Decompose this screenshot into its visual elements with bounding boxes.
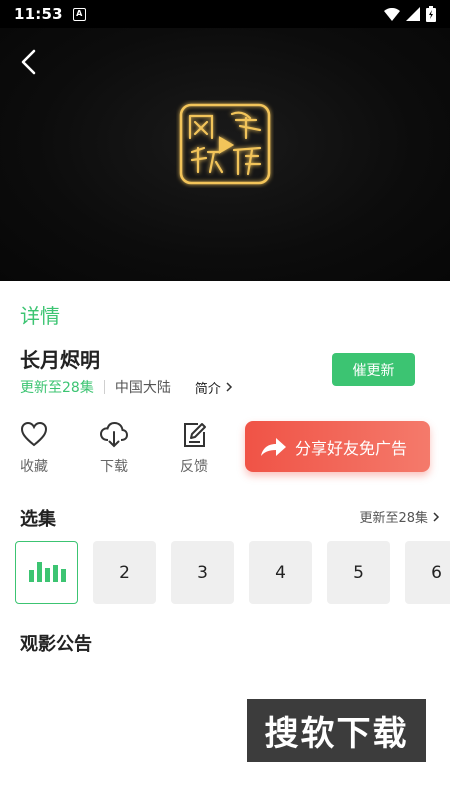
tab-detail[interactable]: 详情 [20, 300, 60, 329]
status-bar: 11:53 A [0, 0, 450, 28]
download-label: 下载 [100, 459, 128, 475]
notification-app-icon: A [72, 7, 86, 21]
episode-item[interactable]: 3 [171, 541, 234, 604]
notice-heading: 观影公告 [20, 634, 92, 655]
watermark: 搜软下载 [247, 699, 426, 762]
episodes-heading: 选集 [20, 509, 56, 530]
update-status: 更新至28集 [20, 380, 94, 396]
edit-icon [184, 423, 206, 447]
region-label: 中国大陆 [114, 380, 171, 396]
episode-list[interactable]: 2 3 4 5 6 [15, 541, 450, 604]
share-label: 分享好友免广告 [295, 438, 408, 458]
wifi-icon [384, 7, 400, 21]
battery-icon [426, 6, 436, 22]
download-button[interactable]: 下载 [92, 420, 136, 476]
intro-link[interactable]: 简介 [195, 378, 233, 397]
favorite-button[interactable]: 收藏 [12, 420, 56, 476]
heart-icon [20, 421, 48, 447]
episodes-more-label: 更新至28集 [359, 511, 428, 526]
brand-logo-icon [179, 103, 271, 185]
cloud-download-icon [99, 421, 129, 448]
favorite-label: 收藏 [20, 459, 48, 475]
feedback-button[interactable]: 反馈 [172, 420, 216, 476]
back-icon[interactable] [14, 46, 46, 78]
clock: 11:53 [14, 5, 63, 23]
episode-item[interactable]: 4 [249, 541, 312, 604]
share-arrow-icon [261, 437, 286, 456]
episodes-more-link[interactable]: 更新至28集 [359, 507, 440, 526]
chevron-right-icon [433, 511, 440, 522]
episode-current[interactable] [15, 541, 78, 604]
show-meta: 更新至28集 中国大陆 简介 [20, 377, 233, 397]
divider [103, 380, 105, 394]
video-player[interactable] [0, 28, 450, 281]
episode-item[interactable]: 5 [327, 541, 390, 604]
chevron-right-icon [226, 382, 232, 392]
episode-item[interactable]: 2 [93, 541, 156, 604]
signal-icon [406, 7, 420, 21]
episode-item[interactable]: 6 [405, 541, 450, 604]
show-title: 长月烬明 [20, 348, 100, 372]
feedback-label: 反馈 [180, 459, 208, 475]
urge-update-button[interactable]: 催更新 [332, 353, 415, 386]
share-ad-free-button[interactable]: 分享好友免广告 [245, 421, 430, 472]
playing-bars-icon [28, 561, 66, 582]
intro-label: 简介 [194, 381, 221, 397]
